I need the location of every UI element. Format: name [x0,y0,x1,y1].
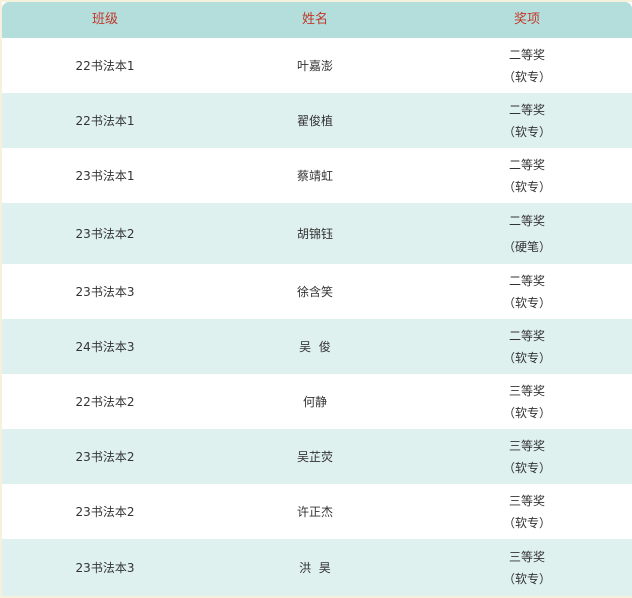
name-cell: 洪 昊 [299,561,331,575]
name-cell: 翟俊植 [296,114,333,128]
table-row: 24书法本3 吴 俊 二等奖 （软专） [2,319,632,374]
class-cell: 22书法本1 [75,59,135,73]
award-level: 二等奖 [508,273,545,288]
award-level: 三等奖 [508,493,545,508]
award-cell: 三等奖 （软专） [422,484,632,539]
name-cell: 吴芷荧 [296,450,333,464]
name-cell: 叶嘉澎 [296,59,333,73]
class-cell: 23书法本2 [75,505,135,519]
table-row: 22书法本1 叶嘉澎 二等奖 （软专） [2,38,632,93]
award-category: （软专） [502,571,551,586]
class-cell: 23书法本1 [75,169,135,183]
table-row: 23书法本2 胡锦钰 二等奖 （硬笔） [2,203,632,264]
award-level: 三等奖 [508,549,545,564]
award-level: 二等奖 [508,47,545,62]
award-category: （软专） [502,179,551,194]
header-award: 奖项 [513,12,540,27]
class-cell: 23书法本2 [75,227,135,241]
name-cell: 蔡靖虹 [296,169,333,183]
award-cell: 二等奖 （软专） [422,93,632,148]
class-cell: 22书法本1 [75,114,135,128]
table-row: 23书法本2 吴芷荧 三等奖 （软专） [2,429,632,484]
award-level: 二等奖 [508,102,545,117]
award-category: （软专） [502,124,551,139]
name-cell: 何静 [302,395,327,409]
table-row: 23书法本3 洪 昊 三等奖 （软专） [2,539,632,596]
award-category: （软专） [502,405,551,420]
award-category: （硬笔） [502,239,551,254]
name-cell: 胡锦钰 [296,227,333,241]
table-row: 22书法本2 何静 三等奖 （软专） [2,374,632,429]
award-cell: 二等奖 （软专） [422,264,632,319]
award-level: 二等奖 [508,328,545,343]
award-cell: 三等奖 （软专） [422,374,632,429]
class-cell: 23书法本3 [75,561,135,575]
header-class: 班级 [91,12,118,27]
class-cell: 22书法本2 [75,395,135,409]
award-category: （软专） [502,69,551,84]
table-row: 23书法本3 徐含笑 二等奖 （软专） [2,264,632,319]
name-cell: 徐含笑 [296,285,333,299]
award-category: （软专） [502,350,551,365]
award-level: 三等奖 [508,438,545,453]
table-row: 22书法本1 翟俊植 二等奖 （软专） [2,93,632,148]
award-cell: 二等奖 （硬笔） [422,203,632,264]
award-cell: 三等奖 （软专） [422,429,632,484]
award-level: 三等奖 [508,383,545,398]
award-category: （软专） [502,515,551,530]
header-name: 姓名 [301,12,328,27]
name-cell: 吴 俊 [299,340,331,354]
class-cell: 23书法本3 [75,285,135,299]
award-cell: 二等奖 （软专） [422,319,632,374]
award-category: （软专） [502,460,551,475]
award-table: 班级 姓名 奖项 22书法本1 叶嘉澎 二等奖 （软专） 22书法本1 翟俊植 二… [2,2,632,596]
award-cell: 三等奖 （软专） [422,539,632,596]
table-row: 23书法本2 许正杰 三等奖 （软专） [2,484,632,539]
class-cell: 23书法本2 [75,450,135,464]
award-cell: 二等奖 （软专） [422,38,632,93]
name-cell: 许正杰 [296,505,333,519]
award-level: 二等奖 [508,157,545,172]
award-level: 二等奖 [508,213,545,228]
table-header: 班级 姓名 奖项 [2,2,632,38]
award-category: （软专） [502,295,551,310]
award-cell: 二等奖 （软专） [422,148,632,203]
table-row: 23书法本1 蔡靖虹 二等奖 （软专） [2,148,632,203]
class-cell: 24书法本3 [75,340,135,354]
